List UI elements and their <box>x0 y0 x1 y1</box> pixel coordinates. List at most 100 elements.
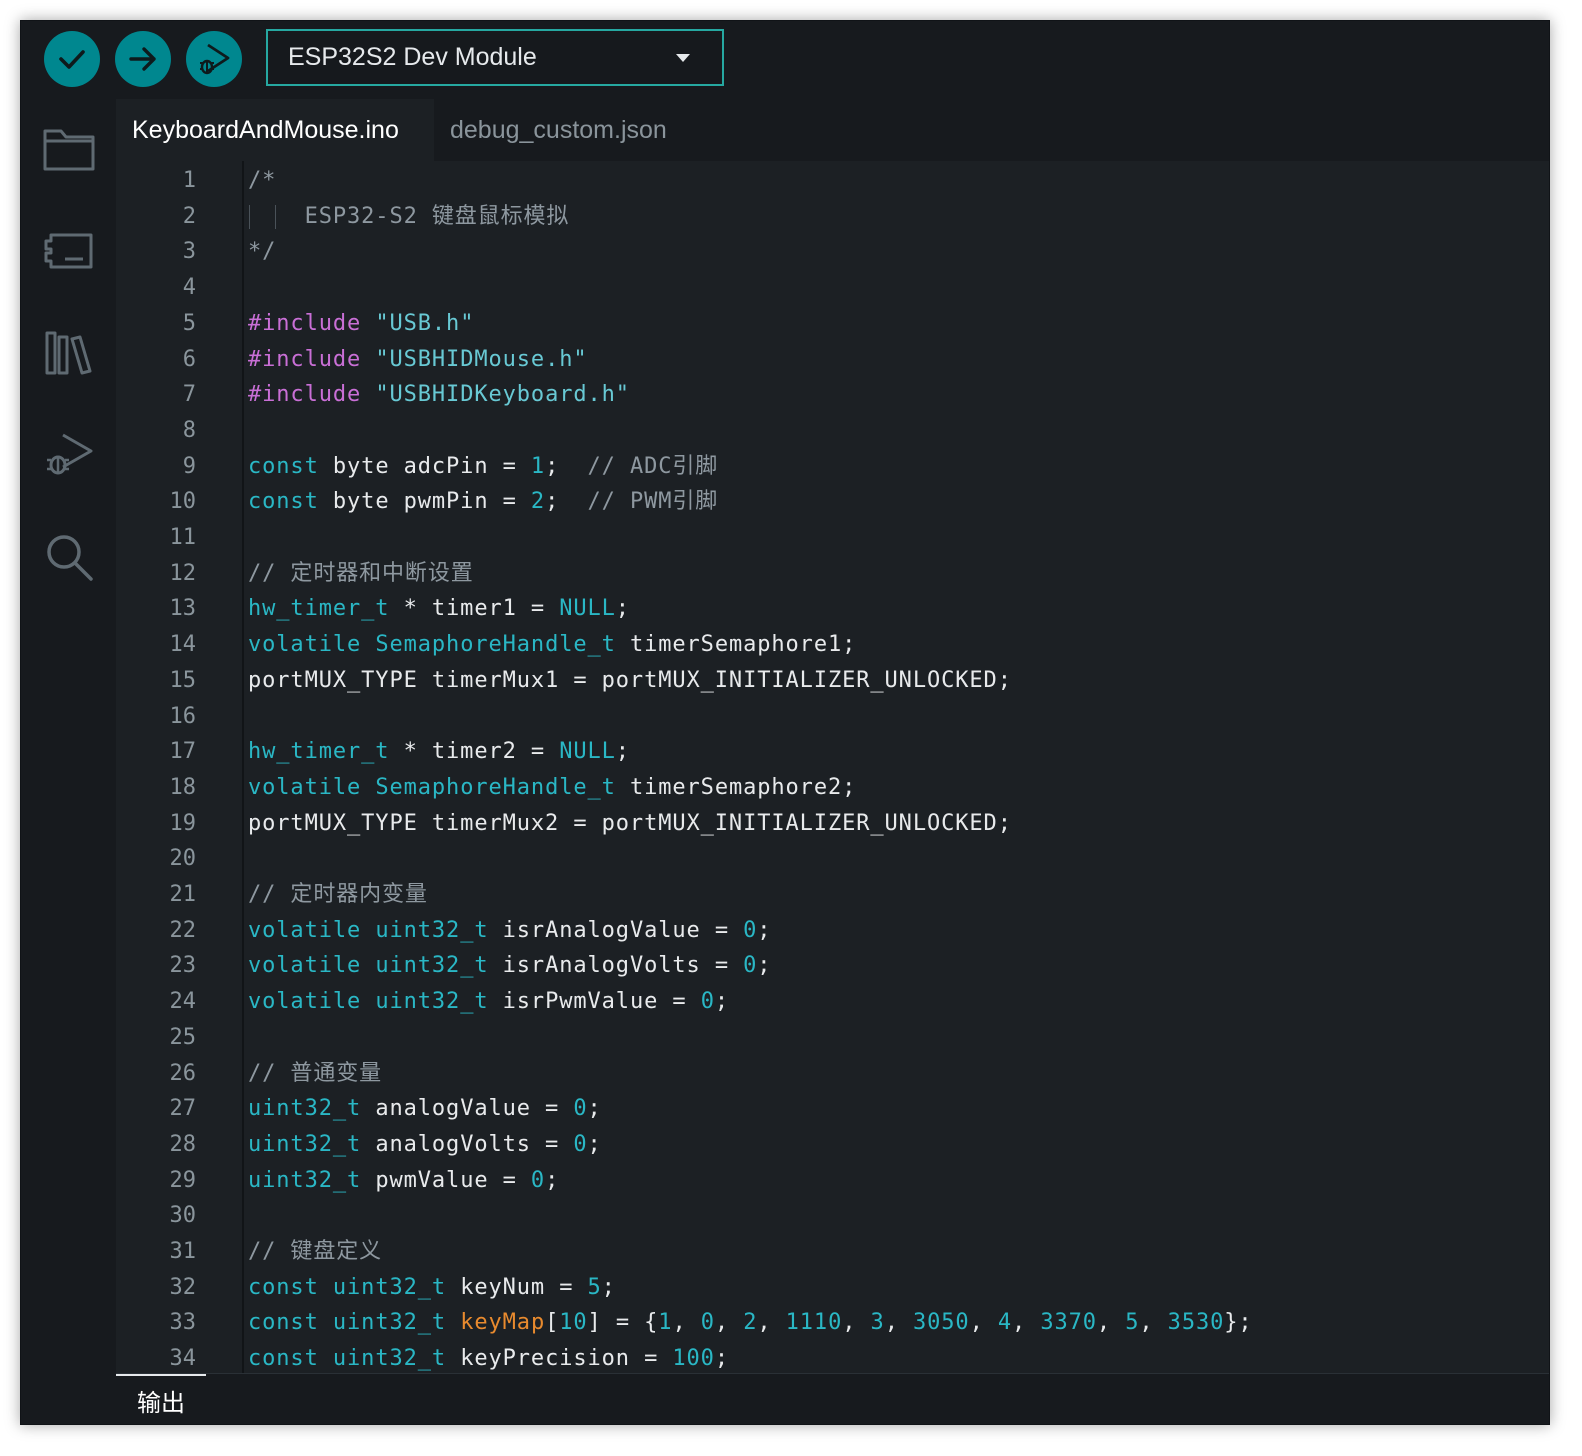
token-keyword: uint32_t <box>375 953 489 979</box>
token-code-text: , <box>884 1310 913 1336</box>
token-code-text <box>361 382 375 407</box>
verify-button[interactable] <box>44 31 100 87</box>
code-line: 13 hw_timer_t * timer1 = NULL; <box>116 591 1549 627</box>
token-number: 2 <box>743 1310 758 1336</box>
code-text: ESP32-S2 键盘鼠标模拟 <box>248 199 569 235</box>
token-code-text: ; <box>757 953 772 979</box>
code-text: const uint32_t keyNum = 5; <box>248 1270 616 1306</box>
code-text: volatile uint32_t isrAnalogVolts = 0; <box>248 948 771 984</box>
line-number: 26 <box>169 1060 197 1086</box>
upload-button[interactable] <box>115 31 171 87</box>
token-code-text: byte adcPin = <box>318 453 531 479</box>
code-text: portMUX_TYPE timerMux1 = portMUX_INITIAL… <box>248 663 1012 699</box>
token-preprocessor: #include <box>248 382 362 408</box>
code-line: 16 <box>116 699 1549 735</box>
tab-debug-custom-json[interactable]: debug_custom.json <box>434 99 702 161</box>
line-number: 4 <box>182 275 196 301</box>
code-line: 1 /* <box>116 163 1549 199</box>
token-preprocessor: #include <box>248 310 362 336</box>
token-code-text <box>361 632 375 657</box>
code-line: 29 uint32_t pwmValue = 0; <box>116 1163 1549 1199</box>
token-number: 1 <box>658 1310 673 1336</box>
token-keyword: volatile <box>248 989 362 1015</box>
token-code-text: , <box>969 1310 998 1336</box>
token-code-text: pwmValue = <box>361 1167 531 1193</box>
token-code-text: [ <box>545 1310 560 1336</box>
code-text: // 定时器内变量 <box>248 877 428 913</box>
token-code-text <box>361 311 375 336</box>
code-text: volatile uint32_t isrPwmValue = 0; <box>248 984 729 1020</box>
code-line: 15 portMUX_TYPE timerMux1 = portMUX_INITI… <box>116 663 1549 699</box>
tab-keyboardandmouse-ino[interactable]: KeyboardAndMouse.ino <box>116 99 434 161</box>
toolbar: ESP32S2 Dev Module <box>21 21 1549 99</box>
sidebar-item-search[interactable] <box>41 529 97 585</box>
token-keyword: uint32_t <box>332 1274 447 1300</box>
token-code-text: , <box>672 1310 701 1336</box>
search-icon <box>47 535 93 581</box>
token-code-text: , <box>714 1310 744 1336</box>
token-keyword: NULL <box>559 739 616 765</box>
code-line: 26 // 普通变量 <box>116 1056 1549 1092</box>
token-code-text <box>361 989 375 1014</box>
token-comment: // ADC引脚 <box>587 453 719 479</box>
code-line: 14 volatile SemaphoreHandle_t timerSemaph… <box>116 627 1549 663</box>
folder-icon <box>43 129 95 171</box>
token-code-text: ; <box>587 1096 602 1122</box>
token-code-text: timerSemaphore2; <box>615 774 857 800</box>
line-number: 12 <box>169 560 197 586</box>
sidebar-item-boards-manager[interactable] <box>41 223 97 279</box>
token-number: 10 <box>559 1310 588 1336</box>
line-number: 28 <box>169 1131 197 1157</box>
line-number: 23 <box>169 953 197 979</box>
code-text: const uint32_t keyPrecision = 100; <box>248 1341 729 1373</box>
token-number: 0 <box>530 1167 546 1193</box>
board-select[interactable]: ESP32S2 Dev Module <box>266 29 724 86</box>
token-keyword: hw_timer_t <box>248 739 390 765</box>
token-comment: // 键盘定义 <box>248 1239 383 1264</box>
token-code-text: analogValue = <box>361 1096 574 1122</box>
code-text: portMUX_TYPE timerMux2 = portMUX_INITIAL… <box>248 806 1012 842</box>
line-number: 20 <box>169 846 197 872</box>
token-number: 0 <box>743 917 758 943</box>
line-number: 13 <box>169 596 197 622</box>
sidebar-item-sketchbook[interactable] <box>41 121 97 177</box>
token-code-text: isrAnalogValue = <box>488 917 744 943</box>
sidebar-item-library-manager[interactable] <box>41 325 97 381</box>
token-keyword: uint32_t <box>248 1131 362 1157</box>
code-text: /* <box>248 163 276 199</box>
code-text: volatile uint32_t isrAnalogValue = 0; <box>248 913 771 949</box>
line-number: 22 <box>169 917 197 943</box>
line-number: 18 <box>169 774 197 800</box>
code-line: 25 <box>116 1020 1549 1056</box>
line-number: 11 <box>169 525 197 550</box>
token-string: "USBHIDMouse.h" <box>375 346 588 372</box>
code-line: 28 uint32_t analogVolts = 0; <box>116 1127 1549 1163</box>
line-number: 7 <box>182 382 196 408</box>
sidebar-item-debug[interactable] <box>41 427 97 483</box>
token-code-text <box>319 1346 333 1371</box>
tab-output[interactable]: 输出 <box>116 1374 206 1424</box>
line-number: 25 <box>169 1024 197 1050</box>
token-keyword: uint32_t <box>248 1167 362 1193</box>
code-line: 7 #include "USBHIDKeyboard.h" <box>116 377 1549 413</box>
line-number: 10 <box>169 489 197 515</box>
code-line: 21 // 定时器内变量 <box>116 877 1549 913</box>
token-code-text <box>361 953 375 978</box>
code-line: 11 <box>116 520 1549 556</box>
line-number: 24 <box>169 989 197 1015</box>
token-keyword: volatile <box>248 774 362 800</box>
line-number: 33 <box>169 1310 197 1336</box>
code-text: uint32_t analogVolts = 0; <box>248 1127 602 1163</box>
line-number: 2 <box>182 203 196 229</box>
debug-button[interactable] <box>186 31 242 87</box>
line-number: 6 <box>182 346 196 372</box>
token-keyword: const <box>248 1346 319 1372</box>
code-line: 12 // 定时器和中断设置 <box>116 556 1549 592</box>
code-editor[interactable]: 1 /* 2 ESP32-S2 键盘鼠标模拟 3 */ 4 5 #include "USB.h… <box>116 161 1549 1373</box>
token-keyword: uint32_t <box>248 1096 362 1122</box>
token-comment: */ <box>248 239 277 265</box>
code-line: 31 // 键盘定义 <box>116 1234 1549 1270</box>
token-keyword: volatile <box>248 632 362 658</box>
token-code-text <box>361 918 375 943</box>
token-code-text: , <box>757 1310 786 1336</box>
